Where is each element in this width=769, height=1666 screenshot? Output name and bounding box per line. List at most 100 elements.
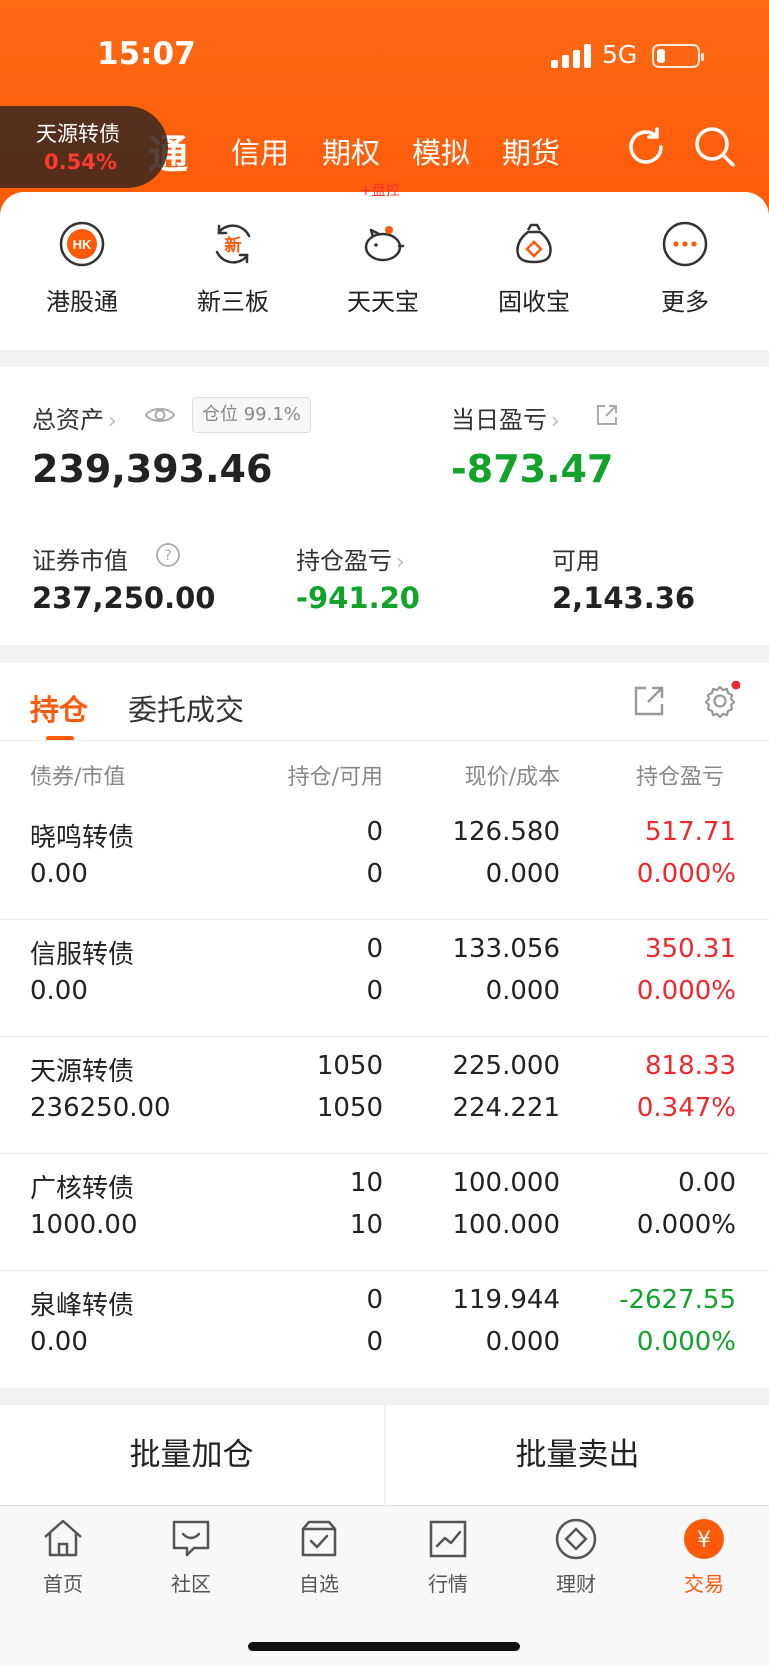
share-icon[interactable] <box>595 403 619 427</box>
holding-row[interactable]: 泉峰转债 0.00 0 0 119.944 0.000 -2627.55 0.0… <box>0 1271 769 1388</box>
market-icon <box>429 1520 467 1558</box>
tab-orders[interactable]: 委托成交 <box>128 687 244 729</box>
current-price: 100.000 <box>452 1168 560 1198</box>
market-value: 0.00 <box>30 859 88 889</box>
holding-pl: 0.00 <box>678 1168 736 1198</box>
holding-row[interactable]: 天源转债 236250.00 1050 1050 225.000 224.221… <box>0 1037 769 1154</box>
settings-icon[interactable] <box>700 681 740 721</box>
export-icon[interactable] <box>631 683 667 719</box>
col-header-holding: 持仓/可用 <box>287 765 383 790</box>
bond-name: 广核转债 <box>30 1174 135 1204</box>
svg-text:新: 新 <box>225 235 242 256</box>
quick-hk-connect[interactable]: HK 港股通 <box>22 220 142 317</box>
market-value: 0.00 <box>30 976 88 1006</box>
nav-market[interactable]: 行情 <box>403 1516 493 1597</box>
bulk-actions: 批量加仓 批量卖出 <box>0 1405 769 1505</box>
bond-name: 晓鸣转债 <box>30 823 135 853</box>
battery-icon <box>652 44 704 68</box>
bond-name: 天源转债 <box>30 1057 135 1087</box>
tab-futures[interactable]: 期货 <box>502 130 560 172</box>
bond-name: 泉峰转债 <box>30 1291 135 1321</box>
help-icon[interactable]: ? <box>155 542 181 568</box>
quick-tiantianbao[interactable]: 天天宝 <box>323 220 443 317</box>
tab-positions[interactable]: 持仓 <box>30 687 88 729</box>
chevron-right-icon: › <box>551 409 560 434</box>
floating-ticker[interactable]: 天源转债 0.54% <box>0 106 168 188</box>
home-indicator <box>248 1642 520 1651</box>
col-header-price: 现价/成本 <box>464 765 560 790</box>
holding-pl: 517.71 <box>645 817 736 847</box>
available-qty: 0 <box>366 859 383 889</box>
watchlist-icon <box>301 1520 337 1557</box>
wealth-icon <box>555 1518 597 1560</box>
market-value-label: 证券市值 <box>32 547 128 575</box>
available-qty: 0 <box>366 1327 383 1357</box>
holding-qty: 0 <box>366 817 383 847</box>
signal-icon <box>551 44 593 68</box>
holding-pl: -2627.55 <box>619 1285 736 1315</box>
tab-options[interactable]: 期权 <box>322 130 380 172</box>
more-icon <box>662 221 708 267</box>
svg-text:HK: HK <box>73 237 92 252</box>
home-icon <box>44 1519 82 1557</box>
holding-pl: 818.33 <box>645 1051 736 1081</box>
asset-summary: 总资产 › 仓位 99.1% 239,393.46 当日盈亏 › -873.47 证… <box>0 367 769 645</box>
available-qty: 1050 <box>316 1093 383 1123</box>
available-value: 2,143.36 <box>552 581 696 615</box>
quick-new-third-board[interactable]: 新 新三板 <box>173 220 293 317</box>
available-qty: 0 <box>366 976 383 1006</box>
bulk-sell-button[interactable]: 批量卖出 <box>386 1405 769 1505</box>
bulk-add-button[interactable]: 批量加仓 <box>0 1405 383 1505</box>
quick-label: 港股通 <box>46 288 118 316</box>
holding-pl-pct: 0.000% <box>636 1210 736 1240</box>
nav-community[interactable]: 社区 <box>146 1516 236 1597</box>
holding-pl-value: -941.20 <box>296 581 420 615</box>
tab-credit[interactable]: 信用 <box>231 130 289 172</box>
daily-pl-label[interactable]: 当日盈亏 › <box>451 400 560 435</box>
quick-more[interactable]: 更多 <box>625 220 745 317</box>
available-label: 可用 <box>552 547 600 575</box>
holding-pl-pct: 0.000% <box>636 976 736 1006</box>
nav-watchlist[interactable]: 自选 <box>274 1516 364 1597</box>
current-price: 119.944 <box>452 1285 560 1315</box>
holding-pl-label[interactable]: 持仓盈亏 › <box>296 541 405 576</box>
cost-price: 0.000 <box>485 976 560 1006</box>
holding-row[interactable]: 广核转债 1000.00 10 10 100.000 100.000 0.00 … <box>0 1154 769 1271</box>
tab-simulation[interactable]: 模拟 <box>412 130 470 172</box>
bond-name: 信服转债 <box>30 940 135 970</box>
cost-price: 0.000 <box>485 859 560 889</box>
col-header-bond: 债券/市值 <box>30 765 126 790</box>
ticker-change: 0.54% <box>44 150 117 174</box>
eye-icon[interactable] <box>144 403 176 427</box>
quick-actions: +盘控 HK 港股通 新 新三板 天天宝 固收宝 更多 <box>0 183 769 350</box>
header-divider <box>0 740 769 741</box>
nav-trade[interactable]: ¥ 交易 <box>659 1516 749 1597</box>
col-header-pl: 持仓盈亏 <box>636 765 725 790</box>
quick-label: 新三板 <box>197 288 269 316</box>
quick-label: 更多 <box>661 288 709 316</box>
holding-row[interactable]: 信服转债 0.00 0 0 133.056 0.000 350.31 0.000… <box>0 920 769 1037</box>
chevron-right-icon: › <box>396 550 405 575</box>
market-value: 1000.00 <box>30 1210 138 1240</box>
quick-label: 固收宝 <box>498 288 570 316</box>
holding-row[interactable]: 晓鸣转债 0.00 0 0 126.580 0.000 517.71 0.000… <box>0 803 769 920</box>
holding-qty: 1050 <box>316 1051 383 1081</box>
svg-text:?: ? <box>164 548 171 564</box>
quick-gushoubao[interactable]: 固收宝 <box>474 220 594 317</box>
search-icon[interactable] <box>692 124 738 170</box>
nav-home[interactable]: 首页 <box>18 1516 108 1597</box>
holding-pl-pct: 0.000% <box>636 1327 736 1357</box>
market-value: 0.00 <box>30 1327 88 1357</box>
holding-qty: 10 <box>349 1168 383 1198</box>
holding-pl-pct: 0.000% <box>636 859 736 889</box>
current-price: 133.056 <box>452 934 560 964</box>
nav-wealth[interactable]: 理财 <box>531 1516 621 1597</box>
holding-qty: 0 <box>366 1285 383 1315</box>
current-price: 126.580 <box>452 817 560 847</box>
refresh-icon[interactable] <box>623 124 669 170</box>
total-assets-value: 239,393.46 <box>32 447 273 491</box>
total-assets-label[interactable]: 总资产 › <box>32 400 117 435</box>
position-ratio-badge: 仓位 99.1% <box>192 397 311 433</box>
trade-icon: ¥ <box>684 1519 724 1559</box>
chevron-right-icon: › <box>108 409 117 434</box>
